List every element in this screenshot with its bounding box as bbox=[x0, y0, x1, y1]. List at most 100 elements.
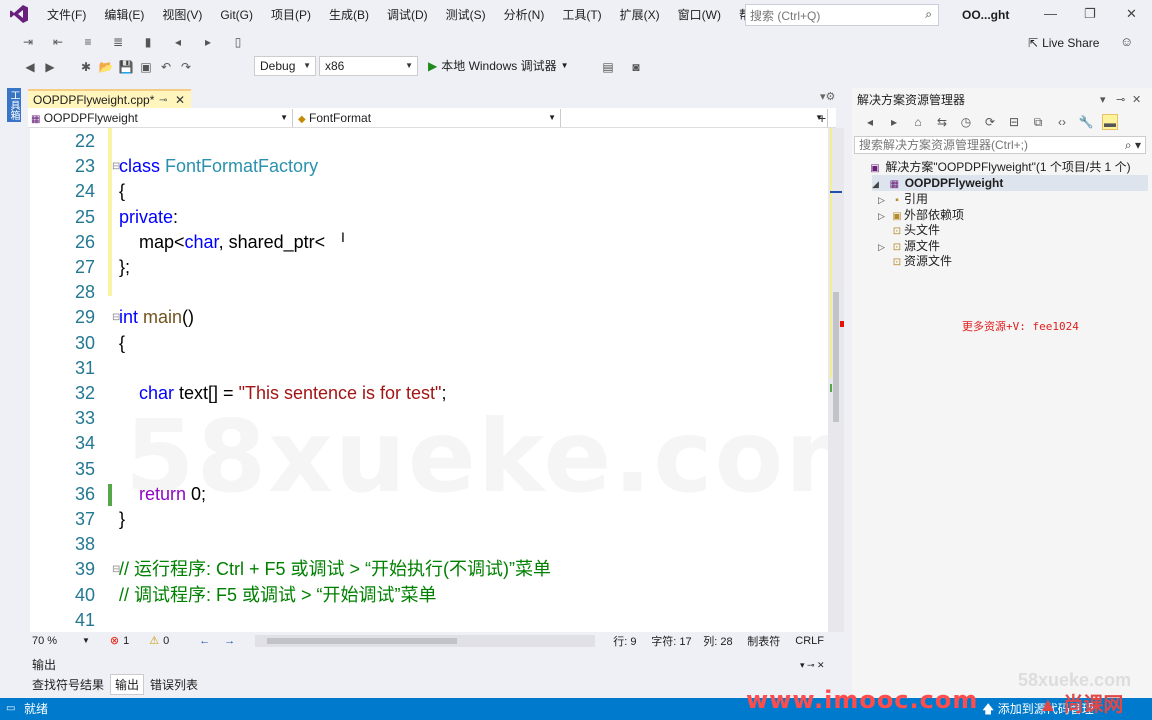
tabs-indicator[interactable]: 制表符 bbox=[747, 633, 795, 649]
screenshot-icon[interactable]: ◙ bbox=[628, 59, 644, 75]
tab-oopdpflyweight-cpp[interactable]: OOPDPFlyweight.cpp* ⊸ ✕ bbox=[28, 89, 191, 108]
view-code-icon[interactable]: ‹› bbox=[1054, 114, 1070, 130]
menu-item[interactable]: 生成(B) bbox=[320, 0, 378, 30]
code-line[interactable]: 29 ⊟ int main() bbox=[30, 305, 830, 330]
split-icon[interactable]: + bbox=[818, 110, 826, 126]
scrollbar-thumb[interactable] bbox=[833, 292, 839, 422]
nav-back-icon[interactable]: ← bbox=[199, 635, 210, 647]
forward-icon[interactable]: ▸ bbox=[886, 114, 902, 130]
undo-icon[interactable]: ↶ bbox=[158, 59, 174, 75]
prev-bookmark-icon[interactable]: ◂ bbox=[170, 34, 186, 50]
code-line[interactable]: 25 private: bbox=[30, 205, 830, 230]
tree-node[interactable]: ⊡ 头文件 bbox=[878, 222, 940, 238]
editor-vertical-scrollbar[interactable] bbox=[828, 128, 844, 632]
code-line[interactable]: 27}; bbox=[30, 255, 830, 280]
menu-item[interactable]: 调试(D) bbox=[378, 0, 437, 30]
close-icon[interactable]: ✕ bbox=[1132, 90, 1141, 110]
show-all-files-icon[interactable]: ⧉ bbox=[1030, 114, 1046, 130]
scrollbar-thumb[interactable] bbox=[267, 637, 458, 644]
output-tab[interactable]: 错误列表 bbox=[146, 675, 202, 694]
code-line[interactable]: 39 ⊟// 运行程序: Ctrl + F5 或调试 > “开始执行(不调试)”菜… bbox=[30, 557, 830, 582]
collapsed-icon[interactable]: ▷ bbox=[878, 208, 890, 224]
properties-icon[interactable]: 🔧 bbox=[1078, 114, 1094, 130]
tab-options-icon[interactable]: ▾⚙ bbox=[820, 90, 835, 103]
eol-indicator[interactable]: CRLF bbox=[795, 635, 824, 647]
close-window-icon[interactable]: ✕ bbox=[1126, 6, 1137, 22]
comment-icon[interactable]: ≡ bbox=[80, 34, 96, 50]
new-project-icon[interactable]: ✱ bbox=[78, 59, 94, 75]
browse-icon[interactable]: ▤ bbox=[600, 59, 616, 75]
menu-item[interactable]: 测试(S) bbox=[437, 0, 495, 30]
save-icon[interactable]: 💾 bbox=[118, 59, 134, 75]
member-select[interactable]: ◆ FontFormat ▼ bbox=[295, 109, 561, 127]
zoom-level[interactable]: 70 % bbox=[32, 635, 82, 647]
live-share-button[interactable]: ⇱ Live Share bbox=[1028, 36, 1099, 50]
sync-icon[interactable]: ⟳ bbox=[982, 114, 998, 130]
redo-icon[interactable]: ↷ bbox=[178, 59, 194, 75]
configuration-select[interactable]: Debug ▼ bbox=[254, 56, 316, 76]
start-debugging-button[interactable]: ▶ 本地 Windows 调试器 ▼ bbox=[428, 57, 569, 74]
next-bookmark-icon[interactable]: ▸ bbox=[200, 34, 216, 50]
expanded-icon[interactable]: ◢ bbox=[872, 176, 884, 192]
solution-search-input[interactable]: 搜索解决方案资源管理器(Ctrl+;) ⌕ ▾ bbox=[854, 136, 1146, 154]
uncomment-icon[interactable]: ≣ bbox=[110, 34, 126, 50]
clear-bookmarks-icon[interactable]: ▯ bbox=[230, 34, 246, 50]
visual-studio-logo-icon[interactable] bbox=[8, 4, 30, 26]
function-select[interactable]: ▼ bbox=[563, 109, 828, 127]
open-file-icon[interactable]: 📂 bbox=[98, 59, 114, 75]
restore-icon[interactable]: ❐ bbox=[1084, 6, 1096, 22]
code-line[interactable]: 32 char text[] = "This sentence is for t… bbox=[30, 381, 830, 406]
code-line[interactable]: 38 bbox=[30, 532, 830, 557]
menu-item[interactable]: 窗口(W) bbox=[669, 0, 730, 30]
forward-icon[interactable]: ▶ bbox=[42, 59, 58, 75]
history-icon[interactable]: ◷ bbox=[958, 114, 974, 130]
code-line[interactable]: 36 return 0; bbox=[30, 482, 830, 507]
tree-solution[interactable]: ▣ 解决方案"OOPDPFlyweight"(1 个项目/共 1 个) bbox=[868, 159, 1130, 175]
menu-item[interactable]: Git(G) bbox=[211, 0, 262, 30]
bookmark-icon[interactable]: ▮ bbox=[140, 34, 156, 50]
window-position-icon[interactable]: ▾ bbox=[1100, 90, 1106, 110]
back-icon[interactable]: ◂ bbox=[862, 114, 878, 130]
menu-item[interactable]: 视图(V) bbox=[153, 0, 211, 30]
menu-item[interactable]: 编辑(E) bbox=[95, 0, 153, 30]
code-line[interactable]: 41 bbox=[30, 608, 830, 632]
code-line[interactable]: 28 bbox=[30, 280, 830, 305]
tree-node[interactable]: ▷ ▪ 引用 bbox=[878, 191, 928, 207]
preview-selected-icon[interactable]: ▬ bbox=[1102, 114, 1118, 130]
code-line[interactable]: 33 bbox=[30, 406, 830, 431]
pin-icon[interactable]: ⊸ bbox=[1116, 90, 1125, 110]
editor-horizontal-scrollbar[interactable] bbox=[255, 634, 596, 647]
warning-count[interactable]: 0 bbox=[163, 635, 169, 647]
switch-views-icon[interactable]: ⇆ bbox=[934, 114, 950, 130]
menu-item[interactable]: 工具(T) bbox=[553, 0, 610, 30]
indent-icon[interactable]: ⇥ bbox=[20, 34, 36, 50]
scope-select[interactable]: ▦ OOPDPFlyweight ▼ bbox=[28, 109, 293, 127]
outdent-icon[interactable]: ⇤ bbox=[50, 34, 66, 50]
back-icon[interactable]: ◀ bbox=[22, 59, 38, 75]
code-line[interactable]: 40 // 调试程序: F5 或调试 > “开始调试”菜单 bbox=[30, 583, 830, 608]
code-editor[interactable]: 58xueke.com 22 23 ⊟ class FontFormatFactory… bbox=[30, 128, 836, 632]
collapse-all-icon[interactable]: ⊟ bbox=[1006, 114, 1022, 130]
search-input[interactable]: 搜索 (Ctrl+Q) ⌕ bbox=[745, 4, 939, 26]
menu-item[interactable]: 文件(F) bbox=[38, 0, 95, 30]
collapsed-icon[interactable]: ▷ bbox=[878, 192, 890, 208]
nav-forward-icon[interactable]: → bbox=[224, 635, 235, 647]
menu-item[interactable]: 分析(N) bbox=[495, 0, 554, 30]
output-window-menu-icon[interactable]: ▾ ⊸ ✕ bbox=[800, 656, 825, 674]
menu-item[interactable]: 项目(P) bbox=[262, 0, 320, 30]
code-line[interactable]: 35 bbox=[30, 457, 830, 482]
code-line[interactable]: 30 { bbox=[30, 331, 830, 356]
error-count[interactable]: 1 bbox=[123, 635, 129, 647]
code-line[interactable]: 22 bbox=[30, 129, 830, 154]
tree-node[interactable]: ▷ ⊡ 源文件 bbox=[878, 238, 940, 254]
minimize-icon[interactable]: — bbox=[1044, 6, 1057, 21]
home-icon[interactable]: ⌂ bbox=[910, 114, 926, 130]
code-line[interactable]: 23 ⊟ class FontFormatFactory bbox=[30, 154, 830, 179]
tree-node[interactable]: ⊡ 资源文件 bbox=[878, 253, 952, 269]
code-line[interactable]: 34 bbox=[30, 431, 830, 456]
tree-node[interactable]: ▷ ▣ 外部依赖项 bbox=[878, 207, 964, 223]
output-tab[interactable]: 查找符号结果 bbox=[28, 675, 108, 694]
collapsed-icon[interactable]: ▷ bbox=[878, 239, 890, 255]
feedback-icon[interactable]: ☺ bbox=[1120, 34, 1133, 49]
menu-item[interactable]: 扩展(X) bbox=[611, 0, 669, 30]
